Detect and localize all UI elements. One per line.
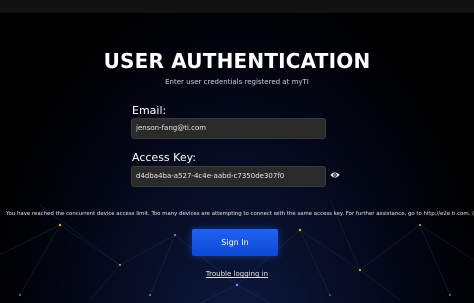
- top-bar: [0, 0, 474, 13]
- access-limit-warning: You have reached the concurrent device a…: [6, 211, 474, 217]
- sign-in-button[interactable]: Sign In: [192, 229, 278, 256]
- email-field[interactable]: jenson-fang@ti.com: [131, 118, 326, 139]
- auth-page: USER AUTHENTICATION Enter user credentia…: [0, 0, 474, 303]
- page-title: USER AUTHENTICATION: [103, 49, 371, 73]
- access-key-field[interactable]: d4dba4ba-a527-4c4e-aabd-c7350de307f0: [131, 166, 326, 187]
- page-subtitle: Enter user credentials registered at myT…: [165, 78, 309, 86]
- trouble-logging-in-link[interactable]: Trouble logging in: [0, 270, 474, 278]
- access-key-label: Access Key:: [132, 151, 197, 164]
- email-label: Email:: [132, 104, 167, 117]
- eye-icon[interactable]: [330, 171, 340, 179]
